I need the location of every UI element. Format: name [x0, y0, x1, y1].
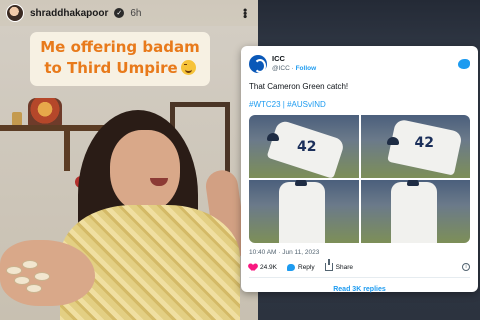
jersey-number: 42: [414, 135, 434, 151]
tweet-timestamp[interactable]: 10:40 AM · Jun 11, 2023: [249, 249, 470, 256]
caption-line-2-wrap: to Third Umpire: [36, 58, 204, 79]
tweet-hashtags[interactable]: #WTC23 | #AUSvIND: [249, 100, 470, 109]
account-handle-line: @ICC · Follow: [272, 64, 316, 74]
cricketer-cap: [406, 180, 419, 186]
story-username[interactable]: shraddhakapoor: [30, 8, 108, 19]
almond: [22, 260, 38, 269]
reply-button[interactable]: Reply: [287, 263, 315, 271]
caption-line-1: Me offering badam: [40, 38, 200, 56]
media-photo-3[interactable]: [249, 180, 359, 243]
cricketer-figure: [390, 182, 437, 243]
caption-line-2: to Third Umpire: [44, 59, 178, 77]
shelf-post: [64, 131, 70, 171]
grinning-emoji-icon: [180, 60, 196, 75]
account-info: ICC @ICC · Follow: [272, 54, 316, 74]
cricketer-figure: [279, 182, 325, 243]
wall-shelf: [0, 125, 110, 131]
account-handle: @ICC: [272, 65, 290, 72]
like-count: 24.9K: [260, 263, 277, 271]
share-button[interactable]: Share: [324, 259, 353, 271]
almond: [26, 284, 42, 293]
embedded-tweet: ICC @ICC · Follow That Cameron Green cat…: [241, 46, 478, 293]
twitter-bird-icon[interactable]: [458, 59, 470, 69]
story-time: 6h: [130, 7, 142, 19]
info-icon[interactable]: i: [462, 263, 470, 271]
tweet-text: That Cameron Green catch!: [249, 82, 349, 91]
story-caption: Me offering badam to Third Umpire: [30, 32, 210, 86]
almond: [34, 272, 50, 281]
share-icon: [324, 259, 333, 271]
lamp-decor: [12, 112, 22, 126]
icc-logo-avatar[interactable]: [249, 55, 267, 73]
like-button[interactable]: 24.9K: [249, 264, 277, 271]
follow-link[interactable]: Follow: [296, 65, 317, 72]
cricketer-cap: [295, 180, 307, 186]
media-photo-1[interactable]: 42: [249, 115, 359, 178]
cricketer-cap: [267, 133, 279, 141]
heart-icon: [249, 264, 257, 271]
share-label: Share: [335, 263, 353, 271]
jersey-number: 42: [297, 139, 317, 155]
media-photo-2[interactable]: 42: [360, 115, 470, 178]
account-name[interactable]: ICC: [272, 54, 316, 64]
reply-icon: [287, 263, 295, 271]
composite-image: shraddhakapoor ✓ 6h ••• Me offering bada…: [0, 0, 480, 320]
verified-icon: ✓: [114, 8, 125, 18]
tweet-header: ICC @ICC · Follow: [249, 52, 470, 76]
cricketer-cap: [386, 137, 399, 145]
media-photo-4[interactable]: [360, 180, 470, 243]
instagram-story: shraddhakapoor ✓ 6h ••• Me offering bada…: [0, 0, 258, 320]
reply-label: Reply: [298, 263, 315, 271]
avatar[interactable]: [6, 4, 24, 22]
tweet-actions: 24.9K Reply Share i: [249, 259, 470, 278]
more-options-icon[interactable]: •••: [238, 8, 252, 18]
almond: [6, 266, 22, 275]
story-header: shraddhakapoor ✓ 6h •••: [0, 0, 258, 26]
idol-decor: [28, 98, 62, 126]
tweet-media-grid[interactable]: 42 42: [249, 115, 470, 243]
read-replies-button[interactable]: Read 3K replies: [249, 283, 470, 297]
almond: [14, 276, 30, 285]
person-face: [110, 130, 180, 212]
